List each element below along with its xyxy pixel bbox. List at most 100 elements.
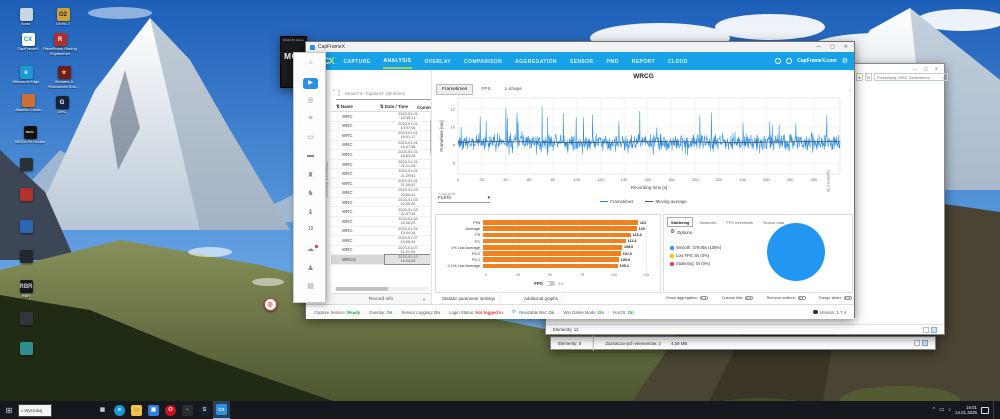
desktop-icon-raceroom[interactable]: RRaceRoom Racing Experience <box>42 33 78 56</box>
user-account-icon[interactable] <box>786 58 792 64</box>
bar[interactable] <box>483 251 621 256</box>
desktop-icon-misc-2[interactable] <box>8 188 44 202</box>
capture-row-wrc-2[interactable]: WRC2023-01-0116:01:17 <box>331 131 431 141</box>
rail-handbrake-icon[interactable]: ♜ <box>294 171 327 179</box>
taskbar-app-photos[interactable]: ▣ <box>145 401 162 419</box>
thumbnail-view-icon[interactable] <box>922 340 928 346</box>
stutter-tab-stuttering[interactable]: Stuttering <box>667 217 693 227</box>
action-center-icon[interactable] <box>981 407 989 414</box>
nav-tab-pmd[interactable]: PMD <box>606 54 618 68</box>
desktop-icon-g-launcher[interactable]: GDMC <box>44 96 80 115</box>
system-info-label[interactable]: System Info <box>826 170 831 192</box>
details-view-icon[interactable] <box>914 340 920 346</box>
rail-steering-wheel-icon[interactable]: ◎ <box>294 96 327 104</box>
legend-item-moving-average[interactable]: Moving average <box>645 199 686 204</box>
toggle-customtitle[interactable]: Custom title: <box>722 295 754 300</box>
bar[interactable] <box>483 226 637 231</box>
capture-row-wrc-5[interactable]: WRC2023-01-0121:21:28 <box>331 160 431 170</box>
list-menu-icon[interactable]: ⋮ <box>336 90 342 97</box>
desktop-icon-misc-1[interactable] <box>8 158 44 172</box>
refresh-icon[interactable]: ⟳ <box>512 309 516 315</box>
rail-dash-icon[interactable]: 10 <box>294 226 327 232</box>
chevron-up-icon[interactable]: ^ <box>932 407 935 413</box>
toggle-switch[interactable] <box>700 296 708 300</box>
rail-shifter-icon[interactable]: ♞ <box>294 189 327 197</box>
address-dropdown-icon[interactable]: ▾ <box>856 73 863 81</box>
record-info-expander[interactable]: Record info ▾ <box>331 293 431 304</box>
taskbar-app-file-explorer[interactable]: ▭ <box>128 401 145 419</box>
network-icon[interactable]: ▭ <box>939 407 944 413</box>
nav-tab-report[interactable]: REPORT <box>632 54 655 68</box>
taskbar-app-edge[interactable]: e <box>111 401 128 419</box>
column-header-name[interactable]: ⇅ Name <box>331 104 371 110</box>
capture-row-wrc-11[interactable]: WRC2023-01-0410:08:29 <box>331 217 431 227</box>
bar[interactable] <box>483 220 638 225</box>
statistic-parameter-settings-button[interactable]: Statistic parameter settings⋮ <box>442 295 502 301</box>
capture-row-wrc-14[interactable]: WRC2023-01-0711:21:54 <box>331 246 431 256</box>
taskbar-app-steam[interactable]: S <box>196 401 213 419</box>
close-icon[interactable]: ✕ <box>935 66 938 71</box>
capture-list-header[interactable]: ⇅ Name⇅ Date / TimeComment <box>331 103 431 112</box>
capture-row-wrc-8[interactable]: WRC2023-01-0320:54:41 <box>331 188 431 198</box>
file-explorer-window-front-strip[interactable]: Elementy: 5 | Zaznaczonych elementów: 2 … <box>550 336 936 350</box>
desktop-icon-misc-5[interactable]: RBRRBR <box>8 280 44 299</box>
column-header-datetime[interactable]: ⇅ Date / Time <box>371 104 417 110</box>
desktop-icon-misc-7[interactable] <box>8 342 44 356</box>
capture-row-wrc-10[interactable]: WRC2023-01-0322:37:08 <box>331 207 431 217</box>
settings-gear-icon[interactable]: ⚙ <box>842 57 848 65</box>
bar[interactable] <box>483 233 631 238</box>
taskbar-clock[interactable]: 16:01 14.01.2025 <box>955 405 977 415</box>
y-axis-scale-dropdown[interactable]: Y-Axis scale Full fit▾ <box>438 192 490 203</box>
desktop-icon-moza-pit-house[interactable]: MOZAMOZA Pit House <box>12 126 48 145</box>
rail-cloud-icon[interactable]: ☁ <box>294 245 327 253</box>
minimize-icon[interactable]: — <box>816 44 821 50</box>
analysis-tab-fps[interactable]: FPS <box>475 84 496 95</box>
bar[interactable] <box>483 239 626 244</box>
frametime-chart[interactable]: 0204060801001201401601802002202402602803… <box>436 96 848 196</box>
desktop-icon-sim-racing[interactable]: Assetto Corsa <box>10 94 46 113</box>
toggle-switch[interactable] <box>798 296 806 300</box>
nav-tab-capture[interactable]: CAPTURE <box>344 54 371 68</box>
capture-row-wrc-0[interactable]: WRC2023-01-0110:39:11 <box>331 112 431 122</box>
details-view-icon[interactable] <box>923 327 929 333</box>
notification-bell-icon[interactable] <box>775 58 781 64</box>
taskbar-app-opera[interactable]: O <box>162 401 179 419</box>
right-expander-arrow[interactable]: ‹ <box>849 88 851 94</box>
stutter-tab-variances[interactable]: Variances <box>695 217 720 227</box>
desktop-icon-recycle-bin[interactable]: Kosz <box>8 8 44 27</box>
capture-row-wrc-1[interactable]: WRC2023-01-0114:07:06 <box>331 122 431 132</box>
taskbar-app-capframex[interactable]: CX <box>213 401 230 419</box>
desktop-icon-edge[interactable]: eMicrosoft Edge <box>8 66 44 85</box>
toggle-rangeslider[interactable]: Range slider: <box>819 295 852 300</box>
additional-graphs-button[interactable]: Additional graphs⋮ <box>524 295 565 301</box>
capture-row-wrc-9[interactable]: WRC2023-01-0322:09:26 <box>331 198 431 208</box>
capture-row-wrc-7[interactable]: WRC2023-01-0121:39:02 <box>331 179 431 189</box>
show-desktop-button[interactable] <box>993 401 996 419</box>
rail-devices-icon[interactable]: ▤ <box>294 282 327 290</box>
nav-tab-analysis[interactable]: ANALYSIS <box>383 53 411 69</box>
explorer-window-controls[interactable]: —▢✕ <box>913 64 938 72</box>
left-expander-arrow[interactable]: › <box>333 88 335 94</box>
bar[interactable] <box>483 245 622 250</box>
nav-tab-comparison[interactable]: COMPARISON <box>464 54 502 68</box>
title-bar[interactable]: CapFrameX <box>306 42 854 52</box>
rail-wheel-base-icon[interactable]: ▬ <box>294 152 327 159</box>
analysis-tab-frametimes[interactable]: Frametimes <box>436 84 473 95</box>
column-header-comment[interactable]: Comment <box>417 105 431 110</box>
close-icon[interactable]: ✕ <box>844 44 848 50</box>
taskbar-app-app-dark[interactable]: ▪ <box>179 401 196 419</box>
capture-row-wrcg-15[interactable]: WRCG2023-01-1016:24:05 <box>331 255 431 265</box>
legend-item-frametimes[interactable]: Frametimes <box>600 199 633 204</box>
thumbnail-view-icon[interactable] <box>931 327 937 333</box>
toggle-removeoutliers[interactable]: Remove outliers: <box>767 295 806 300</box>
rail-pedals-icon[interactable]: ≡ <box>294 115 327 122</box>
desktop-icon-capframex[interactable]: CXCapFrameX <box>10 33 46 52</box>
rail-display-icon[interactable]: ▭ <box>294 133 327 141</box>
nav-tab-cloud[interactable]: CLOUD <box>668 54 688 68</box>
taskbar-app-task-view[interactable]: ▦ <box>94 401 111 419</box>
desktop-icon-workers-resources[interactable]: ★Workers & Resources Sovi... <box>46 66 82 89</box>
desktop-icon-omsi2[interactable]: O2OMSI 2 <box>45 8 81 27</box>
bar[interactable] <box>483 257 619 262</box>
bar[interactable] <box>483 264 618 269</box>
maximize-icon[interactable]: ▢ <box>830 44 835 50</box>
